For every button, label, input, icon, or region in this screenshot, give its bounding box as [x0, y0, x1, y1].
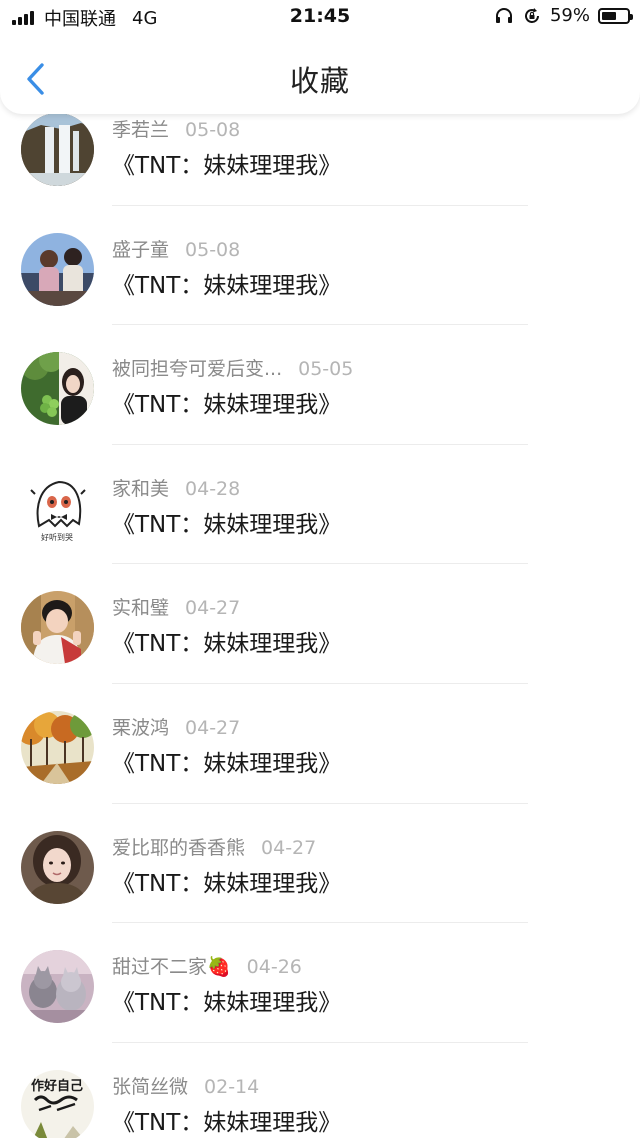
author-name[interactable]: 栗波鸿: [112, 717, 169, 739]
autumn-trees-avatar[interactable]: [21, 710, 94, 784]
status-bar: 中国联通 4G 21:45 59%: [0, 0, 640, 34]
item-date: 04-28: [185, 477, 241, 500]
item-title[interactable]: 《TNT：妹妹理理我》: [112, 983, 341, 1017]
avatar-caption: 好听到哭: [41, 532, 73, 542]
author-name[interactable]: 爱比耶的香香熊: [112, 837, 245, 859]
list-item[interactable]: 好听到哭 家和美 04-28 《TNT：妹妹理理我》: [0, 445, 640, 565]
waterfall-avatar[interactable]: [21, 113, 94, 186]
item-title[interactable]: 《TNT：妹妹理理我》: [112, 744, 341, 778]
item-date: 02-14: [204, 1075, 260, 1098]
battery-percent: 59%: [549, 5, 590, 26]
list-item[interactable]: 作好自己 张简丝微 02-14 《TNT：妹妹理理我》: [0, 1043, 640, 1138]
girl-selfie-avatar[interactable]: [21, 830, 94, 904]
item-date: 05-08: [185, 119, 241, 141]
list-item[interactable]: 甜过不二家🍓 04-26 《TNT：妹妹理理我》: [0, 923, 640, 1043]
item-meta: 盛子童 05-08: [112, 235, 240, 262]
status-right: 59%: [494, 5, 633, 26]
item-title[interactable]: 《TNT：妹妹理理我》: [112, 385, 341, 419]
favorites-list: 季若兰 05-08 《TNT：妹妹理理我》 盛子童 05-08 《TNT：妹妹理…: [0, 86, 640, 1138]
item-title[interactable]: 《TNT：妹妹理理我》: [112, 266, 341, 300]
item-meta: 甜过不二家🍓 04-26: [112, 952, 302, 979]
list-item[interactable]: 实和璧 04-27 《TNT：妹妹理理我》: [0, 564, 640, 684]
avatar-caption: 作好自己: [31, 1078, 83, 1094]
rotation-lock-icon: [525, 7, 539, 23]
item-meta: 家和美 04-28: [112, 474, 240, 501]
item-meta: 被同担夸可爱后变... 05-05: [112, 354, 353, 381]
battery-icon: [598, 7, 633, 24]
author-name[interactable]: 张简丝微: [112, 1076, 188, 1098]
author-name[interactable]: 甜过不二家🍓: [112, 956, 231, 978]
girl-with-grapes-avatar[interactable]: [21, 352, 94, 426]
two-girls-photo-avatar[interactable]: [21, 232, 94, 306]
favorites-screen: 中国联通 4G 21:45 59% 收藏 季若兰 05-08 《TNT：妹妹理理…: [0, 0, 640, 1138]
author-name[interactable]: 被同担夸可爱后变...: [112, 358, 282, 380]
item-meta: 季若兰 05-08: [112, 115, 240, 142]
boy-portrait-avatar[interactable]: [21, 591, 94, 665]
item-meta: 栗波鸿 04-27: [112, 713, 240, 740]
cartoon-ghost-avatar[interactable]: 好听到哭: [21, 471, 94, 545]
item-date: 04-26: [246, 956, 302, 979]
list-item[interactable]: 爱比耶的香香熊 04-27 《TNT：妹妹理理我》: [0, 804, 640, 924]
author-name[interactable]: 季若兰: [112, 119, 169, 141]
item-title[interactable]: 《TNT：妹妹理理我》: [112, 864, 341, 898]
item-title[interactable]: 《TNT：妹妹理理我》: [112, 1103, 341, 1137]
author-name[interactable]: 家和美: [112, 478, 169, 500]
item-date: 05-08: [185, 238, 241, 261]
item-date: 04-27: [185, 597, 241, 620]
headphones-icon: [495, 7, 512, 23]
item-meta: 实和璧 04-27: [112, 593, 240, 620]
item-date: 04-27: [185, 716, 241, 739]
cats-avatar[interactable]: [21, 950, 94, 1024]
handwriting-avatar[interactable]: 作好自己: [21, 1069, 94, 1138]
list-item[interactable]: 盛子童 05-08 《TNT：妹妹理理我》: [0, 206, 640, 326]
author-name[interactable]: 盛子童: [112, 239, 169, 261]
item-meta: 张简丝微 02-14: [112, 1072, 259, 1099]
page-title: 收藏: [289, 64, 350, 98]
list-item[interactable]: 被同担夸可爱后变... 05-05 《TNT：妹妹理理我》: [0, 325, 640, 445]
item-title[interactable]: 《TNT：妹妹理理我》: [112, 624, 341, 658]
item-title[interactable]: 《TNT：妹妹理理我》: [112, 146, 341, 180]
item-date: 04-27: [261, 836, 317, 859]
item-meta: 爱比耶的香香熊 04-27: [112, 833, 316, 860]
author-name[interactable]: 实和璧: [112, 597, 169, 619]
item-title[interactable]: 《TNT：妹妹理理我》: [112, 505, 341, 539]
item-date: 05-05: [298, 358, 354, 381]
battery-fill: [602, 11, 616, 20]
list-item[interactable]: 栗波鸿 04-27 《TNT：妹妹理理我》: [0, 684, 640, 804]
